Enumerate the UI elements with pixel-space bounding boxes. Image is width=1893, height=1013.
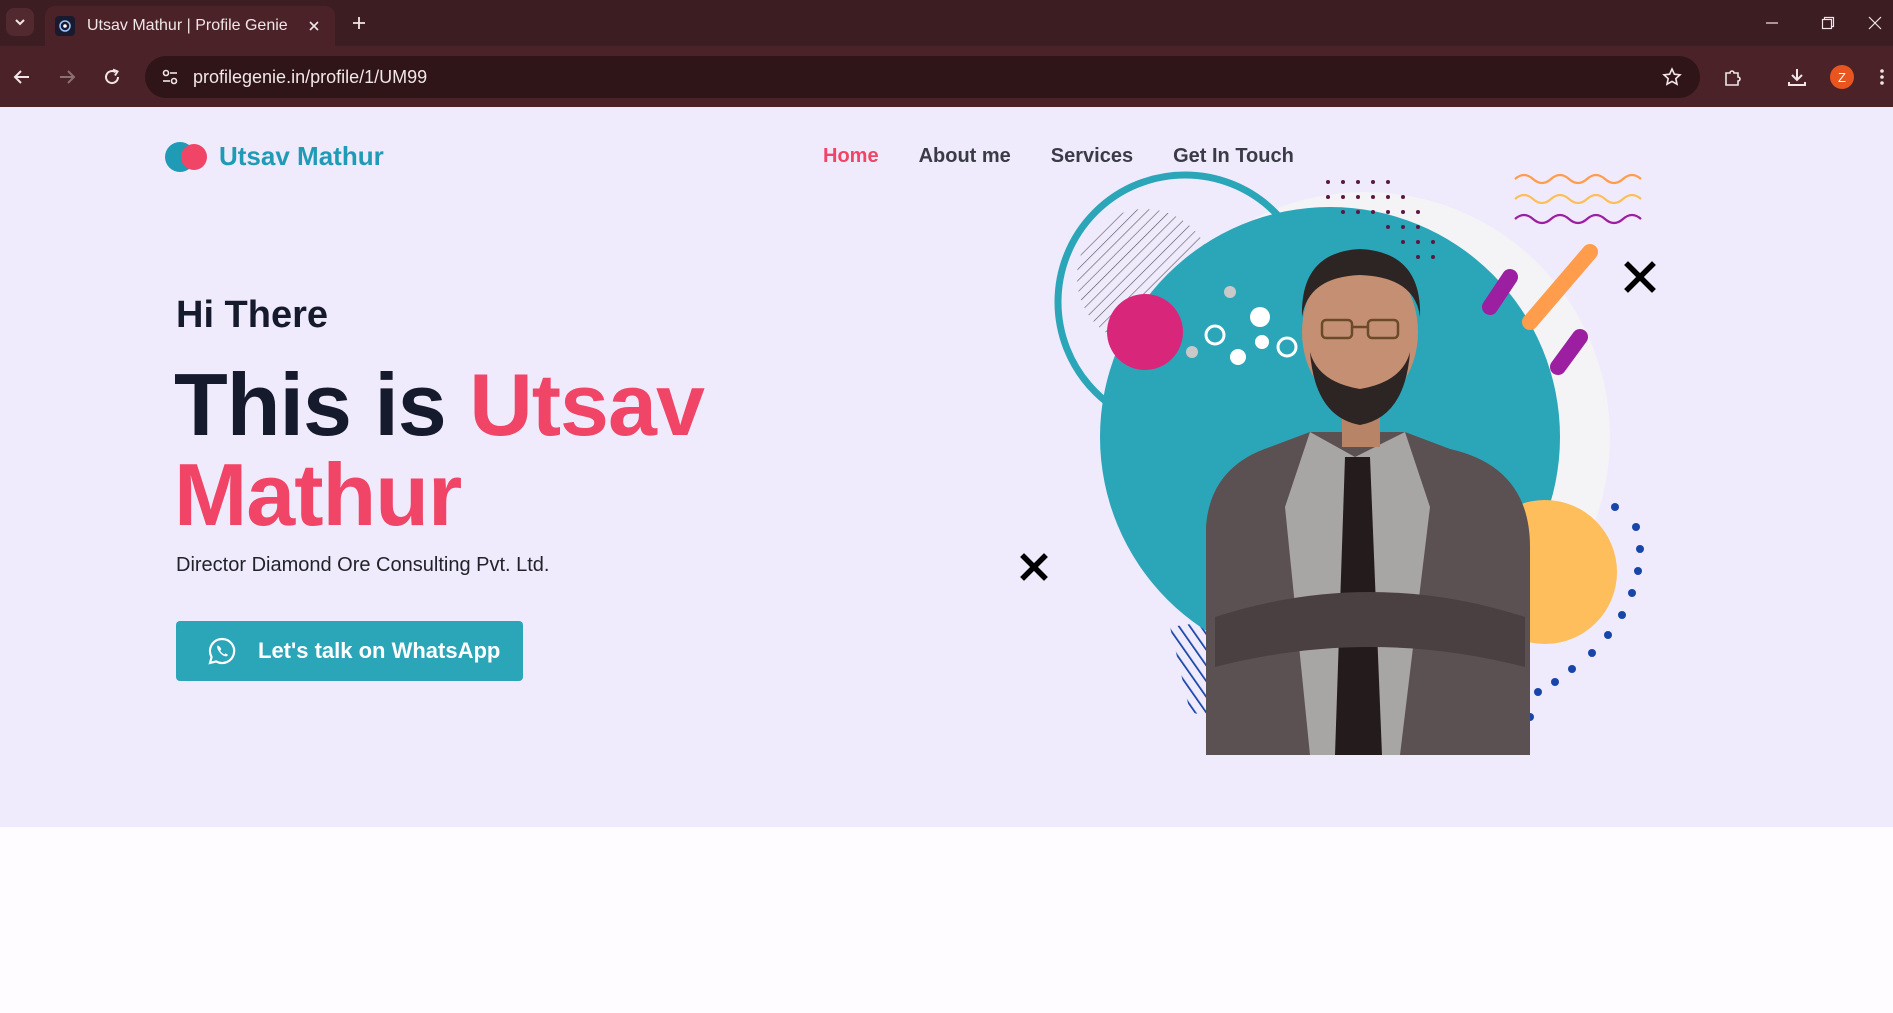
favicon-icon: [55, 16, 75, 36]
wave-lines: [1514, 173, 1642, 225]
x-mark-icon: [1020, 553, 1048, 581]
brand-name: Utsav Mathur: [219, 141, 384, 171]
minimize-icon: [1766, 22, 1778, 24]
browser-tab-bar: Utsav Mathur | Profile Genie: [0, 0, 1893, 46]
restore-button[interactable]: [1800, 0, 1856, 46]
more-vert-icon: [1879, 69, 1884, 85]
bookmark-button[interactable]: [1652, 57, 1692, 97]
reload-icon: [105, 68, 120, 85]
page-lower-section: [0, 827, 1893, 1013]
hero-illustration: [1020, 171, 1656, 755]
nav-item-contact[interactable]: Get In Touch: [1173, 145, 1294, 168]
reload-button[interactable]: [95, 60, 129, 94]
tune-icon: [162, 69, 178, 85]
whatsapp-icon: [208, 637, 236, 665]
forward-button[interactable]: [50, 60, 84, 94]
nav-item-services[interactable]: Services: [1051, 145, 1133, 168]
x-mark-icon: [1624, 261, 1656, 293]
extensions-button[interactable]: [1716, 60, 1750, 94]
browser-toolbar: profilegenie.in/profile/1/UM99 Z: [0, 46, 1893, 107]
download-icon: [1788, 69, 1806, 86]
restore-icon: [1821, 16, 1835, 30]
hero-headline: This is Utsav Mathur: [174, 360, 934, 540]
minimize-button[interactable]: [1744, 0, 1800, 46]
avatar: Z: [1830, 65, 1854, 89]
site-brand[interactable]: Utsav Mathur: [165, 141, 384, 172]
profile-button[interactable]: Z: [1825, 60, 1859, 94]
arrow-right-icon: [60, 70, 76, 84]
arrow-left-icon: [13, 70, 29, 84]
brand-logo-icon: [165, 141, 211, 172]
tab-title: Utsav Mathur | Profile Genie: [87, 17, 288, 34]
star-icon: [1662, 67, 1682, 86]
browser-menu-button[interactable]: [1870, 60, 1893, 94]
tab-close-button[interactable]: [303, 15, 325, 37]
headline-prefix: This is: [174, 355, 447, 454]
puzzle-icon: [1725, 70, 1741, 86]
chevron-down-icon: [15, 19, 25, 26]
downloads-button[interactable]: [1780, 60, 1814, 94]
main-nav: Home About me Services Get In Touch: [823, 145, 1294, 168]
hero-subtitle: Director Diamond Ore Consulting Pvt. Ltd…: [176, 554, 550, 576]
hero-greeting: Hi There: [176, 294, 329, 336]
close-icon: [1868, 16, 1881, 30]
hero-section: Utsav Mathur Home About me Services Get …: [0, 107, 1893, 827]
nav-item-home[interactable]: Home: [823, 145, 879, 168]
url-text[interactable]: profilegenie.in/profile/1/UM99: [193, 67, 1652, 88]
nav-item-about[interactable]: About me: [919, 145, 1011, 168]
close-icon: [309, 21, 319, 31]
headline-name-last: Mathur: [174, 445, 462, 544]
web-page: Utsav Mathur Home About me Services Get …: [0, 107, 1893, 1013]
new-tab-button[interactable]: [345, 9, 373, 37]
address-bar[interactable]: profilegenie.in/profile/1/UM99: [145, 56, 1700, 98]
whatsapp-cta-button[interactable]: Let's talk on WhatsApp: [176, 621, 523, 681]
close-window-button[interactable]: [1856, 0, 1893, 46]
site-info-button[interactable]: [149, 56, 191, 98]
back-button[interactable]: [5, 60, 39, 94]
plus-icon: [353, 17, 365, 29]
whatsapp-cta-label: Let's talk on WhatsApp: [258, 638, 501, 663]
browser-tab-active[interactable]: Utsav Mathur | Profile Genie: [45, 6, 335, 46]
headline-name-first: Utsav: [469, 355, 705, 454]
pink-circle: [1107, 294, 1183, 370]
tab-search-button[interactable]: [6, 8, 34, 36]
